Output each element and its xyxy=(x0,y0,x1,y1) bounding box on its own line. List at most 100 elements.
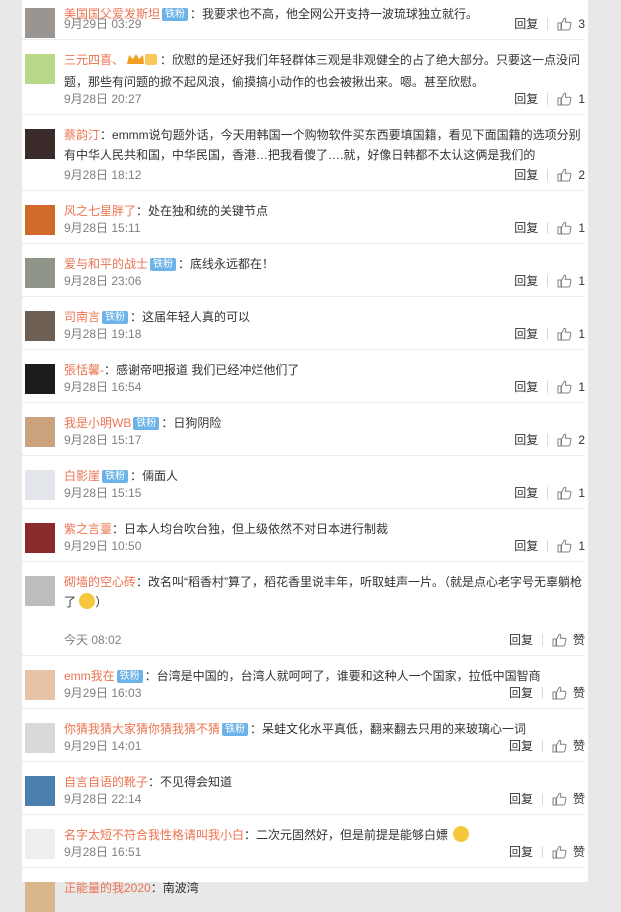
divider xyxy=(547,540,549,552)
username-link[interactable]: 張恬馨- xyxy=(64,363,104,377)
username-link[interactable]: 自言自语的靴子 xyxy=(64,775,148,789)
like-button[interactable]: 1 xyxy=(557,538,585,554)
thumbs-up-icon xyxy=(552,633,567,647)
divider xyxy=(547,93,549,105)
comment-item: 名字太短不符合我性格请叫我小白：二次元固然好，但是前提是能够白嫖 9月28日 1… xyxy=(22,815,585,868)
thumbs-up-icon xyxy=(557,327,572,341)
like-count: 赞 xyxy=(572,633,585,647)
reply-button[interactable]: 回复 xyxy=(514,167,538,183)
comment-item: 紫之言薹：日本人均台吹台独，但上级依然不对日本进行制裁 9月29日 10:50 … xyxy=(22,509,585,562)
thumbs-up-icon xyxy=(552,739,567,753)
avatar[interactable] xyxy=(25,776,55,806)
avatar[interactable] xyxy=(25,417,55,447)
avatar[interactable] xyxy=(25,523,55,553)
username-link[interactable]: 风之七星胖了 xyxy=(64,204,136,218)
like-button[interactable]: 1 xyxy=(557,379,585,395)
reply-button[interactable]: 回复 xyxy=(509,791,533,807)
comment-body: 紫之言薹：日本人均台吹台独，但上级依然不对日本进行制裁 xyxy=(64,519,583,539)
avatar[interactable] xyxy=(25,829,55,859)
comment-actions: 回复 1 xyxy=(514,326,585,342)
fan-badge[interactable]: 铁粉 xyxy=(116,670,143,683)
reply-button[interactable]: 回复 xyxy=(509,685,533,701)
divider xyxy=(541,846,543,858)
avatar[interactable] xyxy=(25,576,55,606)
fan-badge[interactable]: 铁粉 xyxy=(150,258,177,271)
reply-button[interactable]: 回复 xyxy=(514,91,538,107)
username-link[interactable]: 正能量的我2020 xyxy=(64,881,151,895)
thumbs-up-icon xyxy=(557,433,572,447)
thumbs-up-icon xyxy=(557,168,572,182)
comment-meta: 9月28日 23:06 回复 1 xyxy=(64,273,585,289)
reply-button[interactable]: 回复 xyxy=(509,844,533,860)
reply-button[interactable]: 回复 xyxy=(514,220,538,236)
fan-badge[interactable]: 铁粉 xyxy=(222,723,249,736)
comment-body: 白影崖 铁粉 ：倆面人 xyxy=(64,466,583,486)
avatar[interactable] xyxy=(25,8,55,38)
reply-button[interactable]: 回复 xyxy=(514,273,538,289)
username-link[interactable]: 三元四喜、 xyxy=(64,53,124,67)
comment-text: ：日本人均台吹台独，但上级依然不对日本进行制裁 xyxy=(112,522,389,536)
reply-button[interactable]: 回复 xyxy=(514,538,538,554)
username-link[interactable]: 名字太短不符合我性格请叫我小白 xyxy=(64,828,244,842)
like-button[interactable]: 2 xyxy=(557,432,585,448)
username-link[interactable]: emm我在 xyxy=(64,669,115,683)
comment-text: ：底线永远都在！ xyxy=(178,257,275,271)
reply-button[interactable]: 回复 xyxy=(514,485,538,501)
reply-button[interactable]: 回复 xyxy=(509,632,533,648)
username-link[interactable]: 白影崖 xyxy=(64,469,100,483)
like-button[interactable]: 1 xyxy=(557,91,585,107)
comment-actions: 回复 1 xyxy=(514,379,585,395)
username-link[interactable]: 紫之言薹 xyxy=(64,522,112,536)
thumbs-up-icon xyxy=(552,792,567,806)
avatar[interactable] xyxy=(25,54,55,84)
like-count: 3 xyxy=(578,17,585,31)
fan-badge[interactable]: 铁粉 xyxy=(102,311,129,324)
avatar[interactable] xyxy=(25,258,55,288)
like-button[interactable]: 1 xyxy=(557,220,585,236)
comment-text: ：倆面人 xyxy=(130,469,179,483)
comment-body: 砌墙的空心砖：改名叫“稻香村”算了，稻花香里说丰年，听取蛙声一片。（就是点心老字… xyxy=(64,572,583,612)
comment-item: 蔡韵汀：emmm说句题外话，今天用韩国一个购物软件买东西要填国籍，看见下面国籍的… xyxy=(22,115,585,191)
comment-meta: 今天 08:02 回复 赞 xyxy=(64,632,585,648)
like-button[interactable]: 赞 xyxy=(552,844,585,860)
like-button[interactable]: 1 xyxy=(557,273,585,289)
like-count: 赞 xyxy=(572,845,585,859)
avatar[interactable] xyxy=(25,364,55,394)
username-link[interactable]: 你猜我猜大家猜你猜我猜不猜 xyxy=(64,722,220,736)
reply-button[interactable]: 回复 xyxy=(514,379,538,395)
avatar[interactable] xyxy=(25,723,55,753)
comment-meta: 9月28日 15:17 回复 2 xyxy=(64,432,585,448)
like-button[interactable]: 3 xyxy=(557,16,585,32)
scrollbar-track[interactable] xyxy=(588,0,621,882)
reply-button[interactable]: 回复 xyxy=(509,738,533,754)
avatar[interactable] xyxy=(25,129,55,159)
reply-button[interactable]: 回复 xyxy=(514,432,538,448)
comment-actions: 回复 赞 xyxy=(509,844,585,860)
like-button[interactable]: 赞 xyxy=(552,738,585,754)
fan-badge[interactable]: 铁粉 xyxy=(133,417,160,430)
like-button[interactable]: 1 xyxy=(557,326,585,342)
reply-button[interactable]: 回复 xyxy=(514,16,538,32)
avatar[interactable] xyxy=(25,670,55,700)
comment-actions: 回复 赞 xyxy=(509,685,585,701)
avatar[interactable] xyxy=(25,470,55,500)
username-link[interactable]: 蔡韵汀 xyxy=(64,128,100,142)
like-button[interactable]: 赞 xyxy=(552,791,585,807)
like-button[interactable]: 赞 xyxy=(552,632,585,648)
comment-text: ：改名叫“稻香村”算了，稻花香里说丰年，听取蛙声一片。（就是点心老字号无辜躺枪了 xyxy=(64,575,583,609)
thumbs-up-icon xyxy=(557,274,572,288)
fan-badge[interactable]: 铁粉 xyxy=(102,470,129,483)
avatar[interactable] xyxy=(25,311,55,341)
divider xyxy=(547,169,549,181)
like-button[interactable]: 2 xyxy=(557,167,585,183)
username-link[interactable]: 司南言 xyxy=(64,310,100,324)
like-button[interactable]: 赞 xyxy=(552,685,585,701)
username-link[interactable]: 爱与和平的战士 xyxy=(64,257,148,271)
username-link[interactable]: 我是小明WB xyxy=(64,416,131,430)
avatar[interactable] xyxy=(25,882,55,912)
reply-button[interactable]: 回复 xyxy=(514,326,538,342)
username-link[interactable]: 砌墙的空心砖 xyxy=(64,575,136,589)
avatar[interactable] xyxy=(25,205,55,235)
divider xyxy=(541,634,543,646)
like-button[interactable]: 1 xyxy=(557,485,585,501)
